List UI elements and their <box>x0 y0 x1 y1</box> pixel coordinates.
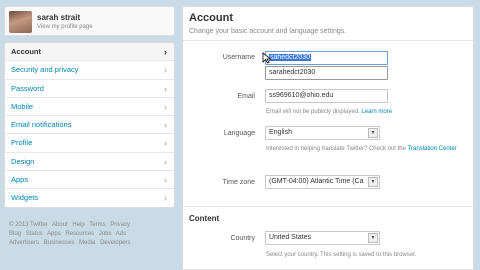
chevron-right-icon: › <box>164 156 167 167</box>
translation-center-link[interactable]: Translation Center <box>408 146 457 152</box>
sidebar-item-label: Widgets <box>11 193 39 203</box>
footer-link-media[interactable]: Media <box>79 240 95 246</box>
divider <box>183 40 473 41</box>
chevron-right-icon: › <box>164 138 167 149</box>
sidebar-item-label: Design <box>11 156 35 166</box>
footer-link-status[interactable]: Status <box>26 231 43 237</box>
footer-link-blog[interactable]: Blog <box>9 231 21 237</box>
footer-link-developers[interactable]: Developers <box>100 240 130 246</box>
footer-link-about[interactable]: About <box>52 222 68 228</box>
username-field[interactable]: sahedct2030 <box>265 51 388 65</box>
username-label: Username <box>222 54 255 61</box>
language-select[interactable]: English ▾ <box>265 126 380 140</box>
email-label: Email <box>237 93 255 100</box>
mouse-cursor-icon <box>262 52 272 64</box>
language-value: English <box>269 129 292 136</box>
sidebar-item-label: Profile <box>11 138 33 148</box>
chevron-right-icon: › <box>164 65 167 76</box>
email-value: ss969610@ohio.edu <box>269 92 334 99</box>
page-title: Account <box>189 12 233 24</box>
divider <box>183 206 473 207</box>
sidebar-item-label: Password <box>11 83 44 93</box>
username-autocomplete-suggestion[interactable]: sarahedct2030 <box>265 66 388 80</box>
country-label: Country <box>230 235 255 242</box>
dropdown-arrow-icon: ▾ <box>368 177 378 187</box>
timezone-label: Time zone <box>222 179 255 186</box>
footer-link-terms[interactable]: Terms <box>89 222 105 228</box>
chevron-right-icon: › <box>164 175 167 186</box>
profile-card[interactable]: sarah strait View my profile page <box>4 6 175 36</box>
chevron-right-icon: › <box>164 193 167 204</box>
chevron-right-icon: › <box>164 120 167 131</box>
timezone-value: (GMT-04:00) Atlantic Time (Ca <box>269 178 364 185</box>
sidebar-item-email-notifications[interactable]: Email notifications › <box>5 116 174 135</box>
email-field[interactable]: ss969610@ohio.edu <box>265 89 388 103</box>
country-value: United States <box>269 234 312 241</box>
country-hint: Select your country. This setting is sav… <box>266 252 417 258</box>
dropdown-arrow-icon: ▾ <box>368 128 378 138</box>
sidebar-item-label: Account <box>11 47 41 56</box>
avatar[interactable] <box>9 11 32 33</box>
sidebar-item-label: Mobile <box>11 101 34 111</box>
learn-more-link[interactable]: Learn more <box>361 109 392 115</box>
footer-link-advertisers[interactable]: Advertisers <box>9 240 39 246</box>
sidebar-item-security-and-privacy[interactable]: Security and privacy › <box>5 61 174 80</box>
account-settings-panel: Account Change your basic account and la… <box>182 6 474 270</box>
language-label: Language <box>223 130 255 137</box>
footer-link-jobs[interactable]: Jobs <box>99 231 112 237</box>
footer-link-businesses[interactable]: Businesses <box>44 240 75 246</box>
sidebar-item-apps[interactable]: Apps › <box>5 171 174 190</box>
sidebar-item-label: Apps <box>11 175 29 185</box>
view-profile-link[interactable]: View my profile page <box>37 24 93 30</box>
footer-link-privacy[interactable]: Privacy <box>110 222 130 228</box>
email-hint: Email will not be publicly displayed. Le… <box>266 109 393 115</box>
footer-link-apps[interactable]: Apps <box>47 231 61 237</box>
sidebar-item-label: Email notifications <box>11 120 72 130</box>
timezone-select[interactable]: (GMT-04:00) Atlantic Time (Ca ▾ <box>265 175 380 189</box>
footer-copyright: © 2013 Twitter <box>9 222 48 228</box>
footer-link-resources[interactable]: Resources <box>65 231 94 237</box>
chevron-right-icon: › <box>164 83 167 94</box>
sidebar-item-profile[interactable]: Profile › <box>5 134 174 153</box>
language-hint: Interested in helping translate Twitter?… <box>266 146 457 152</box>
dropdown-arrow-icon: ▾ <box>368 233 378 243</box>
footer-links: © 2013 Twitter About Help Terms Privacy … <box>9 221 174 248</box>
sidebar-item-widgets[interactable]: Widgets › <box>5 189 174 207</box>
sidebar-item-password[interactable]: Password › <box>5 80 174 98</box>
country-select[interactable]: United States ▾ <box>265 231 380 245</box>
settings-nav: Account › Security and privacy › Passwor… <box>4 42 175 208</box>
username-value: sahedct2030 <box>269 54 312 61</box>
chevron-right-icon: › <box>164 101 167 112</box>
sidebar-item-label: Security and privacy <box>11 65 79 75</box>
chevron-right-icon: › <box>164 47 167 57</box>
sidebar-item-mobile[interactable]: Mobile › <box>5 98 174 117</box>
sidebar-item-design[interactable]: Design › <box>5 153 174 172</box>
content-section-title: Content <box>189 214 220 223</box>
suggestion-text: sarahedct2030 <box>269 69 316 76</box>
footer-link-help[interactable]: Help <box>72 222 84 228</box>
footer-link-ads[interactable]: Ads <box>116 231 126 237</box>
profile-name: sarah strait <box>37 13 81 22</box>
sidebar-item-account[interactable]: Account › <box>5 43 174 62</box>
page-subtitle: Change your basic account and language s… <box>189 28 347 35</box>
